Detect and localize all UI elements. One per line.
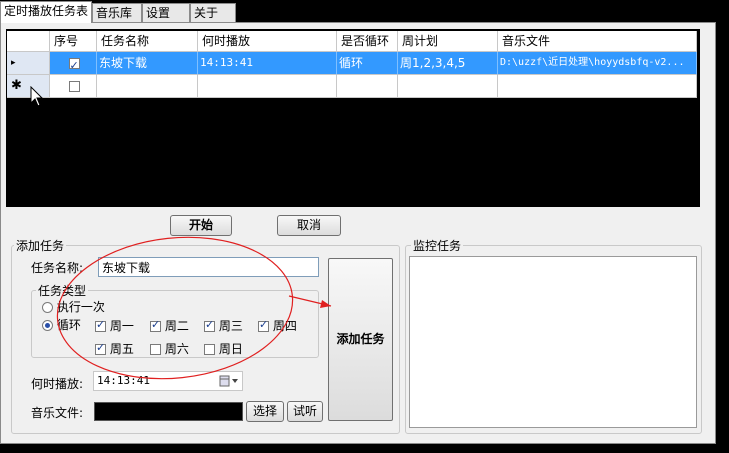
col-header-loop[interactable]: 是否循环 [337,31,398,52]
day-label: 周四 [272,319,297,333]
radio-loop-label: 循环 [56,318,81,332]
day-label: 周二 [164,319,189,333]
cell-task-name[interactable] [97,75,198,98]
cell-task-name[interactable]: 东坡下载 [97,52,198,75]
tab-music-library[interactable]: 音乐库 [92,3,142,22]
day-label: 周五 [109,342,134,356]
day-checkbox-mon[interactable]: 周一 [95,317,134,334]
mouse-cursor-icon [30,86,44,107]
checkbox[interactable] [150,318,161,332]
cell-play-time[interactable]: 14:13:41 [198,52,337,75]
cell-play-time[interactable] [198,75,337,98]
monitor-task-group-title: 监控任务 [411,237,464,254]
col-header-play-time[interactable]: 何时播放 [198,31,337,52]
day-label: 周日 [218,342,243,356]
day-checkbox-thu[interactable]: 周四 [258,317,297,334]
cell-weekly[interactable] [398,75,498,98]
tab-settings[interactable]: 设置 [142,3,190,22]
row-checkbox-cell[interactable] [50,52,97,75]
play-time-value: 14:13:41 [97,374,150,387]
checkbox[interactable] [150,344,161,355]
checkbox[interactable] [204,344,215,355]
day-checkbox-sun[interactable]: 周日 [204,340,243,357]
day-checkbox-fri[interactable]: 周五 [95,340,134,357]
add-task-group-title: 添加任务 [14,237,67,254]
radio-once-button[interactable] [42,302,53,313]
checkbox[interactable] [258,318,269,332]
day-label: 周一 [109,319,134,333]
radio-once[interactable]: 执行一次 [42,298,105,315]
cell-weekly[interactable]: 周1,2,3,4,5 [398,52,498,75]
add-task-button[interactable]: 添加任务 [328,258,393,421]
play-time-label: 何时播放: [31,377,84,391]
day-label: 周六 [164,342,189,356]
radio-loop-button[interactable] [42,320,53,331]
cell-loop[interactable]: 循环 [337,52,398,75]
task-name-input[interactable] [98,257,319,277]
music-file-input[interactable] [94,402,243,421]
cancel-button[interactable]: 取消 [277,215,341,236]
col-header-task-name[interactable]: 任务名称 [97,31,198,52]
day-checkbox-tue[interactable]: 周二 [150,317,189,334]
checkbox[interactable] [95,318,106,332]
day-checkbox-sat[interactable]: 周六 [150,340,189,357]
cell-music-file[interactable]: D:\uzzf\近日处理\hoyydsbfq-v2... [498,52,697,75]
row-checkbox[interactable] [68,81,80,92]
tab-strip: 定时播放任务表 音乐库 设置 关于 [0,0,729,24]
checkbox[interactable] [204,318,215,332]
day-checkbox-wed[interactable]: 周三 [204,317,243,334]
task-grid: 序号 任务名称 何时播放 是否循环 周计划 音乐文件 ▸ 东坡下载 14:13:… [7,31,697,107]
cell-loop[interactable] [337,75,398,98]
col-header-music-file[interactable]: 音乐文件 [498,31,697,52]
play-time-picker[interactable]: 14:13:41 [93,371,243,391]
music-file-label: 音乐文件: [31,406,84,420]
task-type-group-title: 任务类型 [36,282,89,299]
audition-button[interactable]: 试听 [287,401,323,422]
choose-file-button[interactable]: 选择 [246,401,284,422]
row-checkbox[interactable] [68,55,80,74]
calendar-dropdown-icon[interactable] [219,375,239,388]
col-header-index[interactable]: 序号 [50,31,97,52]
radio-loop[interactable]: 循环 [42,316,81,333]
checkbox[interactable] [95,341,106,355]
radio-once-label: 执行一次 [56,300,105,314]
task-name-label: 任务名称: [31,261,84,275]
cell-music-file[interactable] [498,75,697,98]
day-label: 周三 [218,319,243,333]
start-button[interactable]: 开始 [170,215,232,236]
row-header-corner [7,31,50,52]
row-checkbox-cell[interactable] [50,75,97,98]
tab-about[interactable]: 关于 [190,3,236,22]
monitor-task-list[interactable] [409,256,697,428]
col-header-weekly[interactable]: 周计划 [398,31,498,52]
row-indicator-current: ▸ [7,52,50,75]
tab-scheduled-tasks[interactable]: 定时播放任务表 [0,1,92,23]
